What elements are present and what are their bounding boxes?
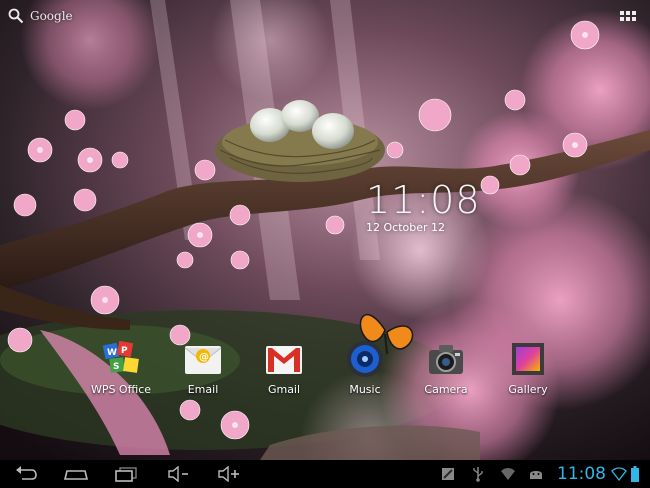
- app-label: Gallery: [508, 383, 548, 396]
- camera-icon: [425, 338, 467, 380]
- app-drawer-icon[interactable]: [620, 11, 636, 23]
- screenshot-notification-icon[interactable]: [438, 460, 458, 488]
- app-gmail[interactable]: Gmail: [249, 338, 319, 396]
- app-label: WPS Office: [90, 383, 152, 396]
- battery-icon: [628, 460, 642, 488]
- wifi-signal-icon: [610, 460, 628, 488]
- app-email[interactable]: @ Email: [168, 338, 238, 396]
- email-icon: @: [182, 338, 224, 380]
- google-search-bar[interactable]: Google: [8, 8, 73, 24]
- app-music[interactable]: Music: [330, 338, 400, 396]
- app-wps-office[interactable]: W P S WPS Office: [86, 338, 156, 396]
- home-app-row: W P S WPS Office @ Email Gmail Music Cam…: [0, 330, 650, 400]
- app-gallery[interactable]: Gallery: [493, 338, 563, 396]
- gallery-icon: [507, 338, 549, 380]
- svg-text:S: S: [113, 362, 119, 372]
- gmail-icon: [263, 338, 305, 380]
- clock-time: 11:08: [366, 178, 481, 222]
- svg-text:W: W: [107, 348, 117, 358]
- wps-office-icon: W P S: [100, 338, 142, 380]
- app-label: Music: [349, 383, 381, 396]
- svg-text:@: @: [199, 352, 209, 363]
- recent-apps-icon[interactable]: [112, 460, 140, 488]
- android-debug-icon: [526, 460, 546, 488]
- usb-icon: [468, 460, 488, 488]
- status-bar-time[interactable]: 11:08: [557, 464, 606, 484]
- search-label: Google: [30, 9, 73, 23]
- app-label: Camera: [424, 383, 468, 396]
- home-icon[interactable]: [62, 460, 90, 488]
- volume-down-icon[interactable]: [166, 460, 192, 488]
- search-icon: [8, 8, 24, 24]
- app-camera[interactable]: Camera: [411, 338, 481, 396]
- svg-text:P: P: [121, 346, 128, 356]
- app-label: Email: [187, 383, 219, 396]
- system-navigation-bar: 11:08: [0, 460, 650, 488]
- app-label: Gmail: [267, 383, 301, 396]
- volume-up-icon[interactable]: [216, 460, 242, 488]
- clock-date: 12 October 12: [366, 221, 446, 234]
- music-icon: [344, 338, 386, 380]
- back-icon[interactable]: [12, 460, 40, 488]
- wifi-icon: [498, 460, 518, 488]
- clock-widget[interactable]: 11:08 12 October 12: [366, 180, 481, 234]
